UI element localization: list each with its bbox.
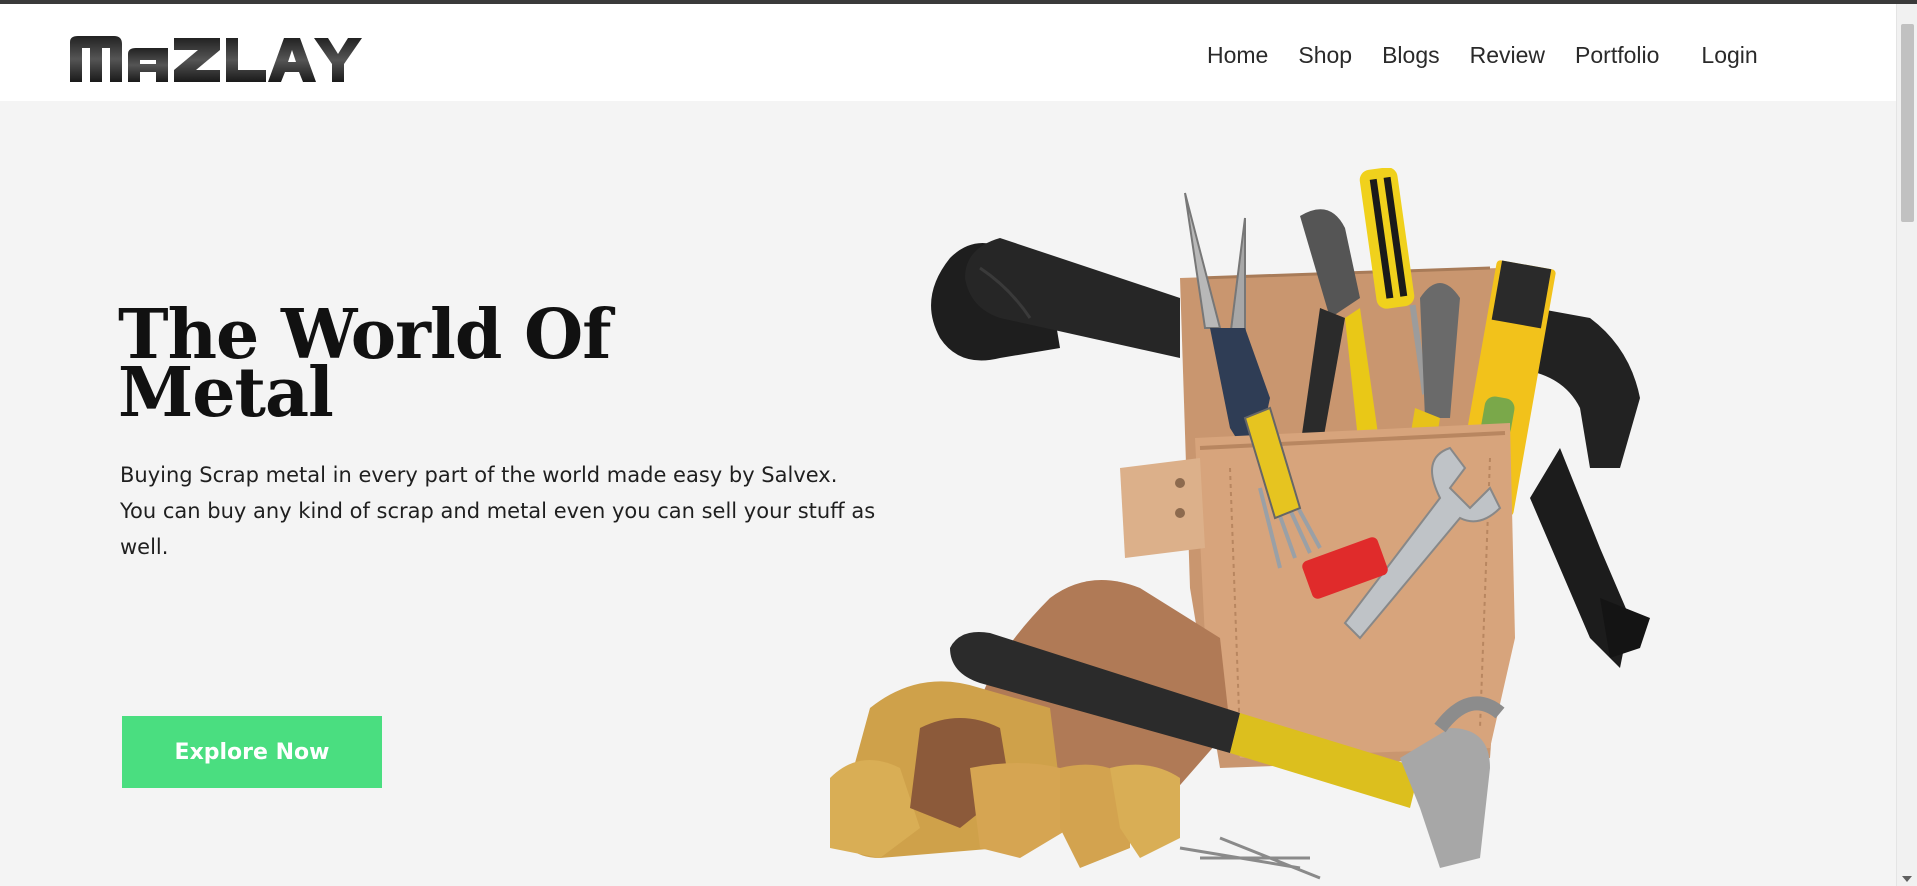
hero-description: Buying Scrap metal in every part of the … — [120, 463, 876, 559]
main-nav: Home Shop Blogs Review Portfolio Login — [1207, 42, 1758, 69]
hero-title-line2: Metal — [118, 353, 334, 433]
nav-shop[interactable]: Shop — [1298, 42, 1352, 69]
scrollbar-thumb[interactable] — [1901, 24, 1914, 222]
scroll-down-arrow-icon[interactable] — [1902, 876, 1912, 882]
page-scrollbar[interactable] — [1896, 4, 1917, 886]
nav-review[interactable]: Review — [1470, 42, 1545, 69]
hero-title: The World Of Metal — [118, 301, 678, 427]
site-header: Home Shop Blogs Review Portfolio Login — [0, 4, 1896, 101]
tool-belt-illustration — [830, 168, 1650, 880]
explore-now-label: Explore Now — [174, 739, 330, 765]
explore-now-button[interactable]: Explore Now — [122, 716, 382, 788]
nav-blogs[interactable]: Blogs — [1382, 42, 1440, 69]
nav-login[interactable]: Login — [1701, 42, 1757, 69]
nav-portfolio[interactable]: Portfolio — [1575, 42, 1659, 69]
nav-home[interactable]: Home — [1207, 42, 1268, 69]
page: Home Shop Blogs Review Portfolio Login T… — [0, 0, 1917, 886]
brand-logo[interactable] — [70, 28, 362, 82]
